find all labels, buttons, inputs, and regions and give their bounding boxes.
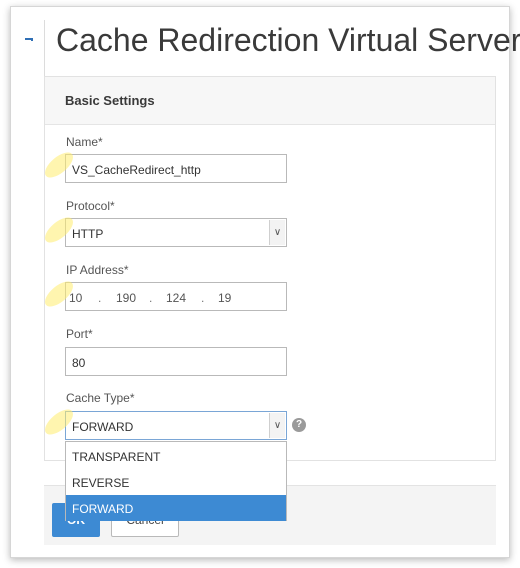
ip-octet-4[interactable]: 19 (218, 291, 231, 305)
ip-address-label: IP Address* (66, 263, 129, 277)
cache-type-label: Cache Type* (66, 391, 135, 405)
section-title: Basic Settings (65, 93, 155, 108)
ip-separator: . (98, 291, 102, 305)
cache-type-dropdown: TRANSPARENT REVERSE FORWARD (65, 441, 287, 521)
name-label: Name* (66, 135, 103, 149)
cache-type-option-transparent[interactable]: TRANSPARENT (66, 443, 286, 469)
ip-separator: . (201, 291, 205, 305)
chevron-down-icon[interactable]: ∨ (269, 220, 285, 245)
cache-type-select[interactable]: FORWARD ∨ (65, 411, 287, 440)
back-arrow-icon[interactable] (25, 38, 33, 41)
ip-address-field[interactable]: 10 . 190 . 124 . 19 (65, 282, 287, 311)
ip-separator: . (149, 291, 153, 305)
name-field[interactable]: VS_CacheRedirect_http (65, 154, 287, 183)
port-field[interactable]: 80 (65, 347, 287, 376)
ip-octet-1[interactable]: 10 (69, 291, 82, 305)
page-title: Cache Redirection Virtual Server (56, 22, 520, 58)
cache-type-select-value: FORWARD (72, 420, 134, 434)
cache-type-option-reverse[interactable]: REVERSE (66, 469, 286, 495)
protocol-label: Protocol* (66, 199, 115, 213)
cache-type-option-forward[interactable]: FORWARD (66, 495, 286, 521)
ip-octet-3[interactable]: 124 (166, 291, 186, 305)
help-icon[interactable]: ? (292, 418, 306, 432)
protocol-select-value: HTTP (72, 227, 104, 241)
title-divider (44, 20, 45, 84)
port-label: Port* (66, 327, 93, 341)
ip-octet-2[interactable]: 190 (116, 291, 136, 305)
chevron-down-icon[interactable]: ∨ (269, 413, 285, 438)
section-header: Basic Settings (45, 77, 495, 125)
protocol-select[interactable]: HTTP ∨ (65, 218, 287, 247)
